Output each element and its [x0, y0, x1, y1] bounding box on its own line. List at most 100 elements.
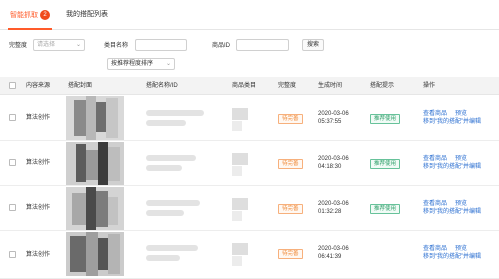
- status-badge: 待完善: [278, 114, 303, 124]
- tab-bar: 智能抓取 2 我的搭配列表: [0, 0, 499, 30]
- sort-select[interactable]: 按推荐程度排序 ⌄: [107, 58, 175, 70]
- row-checkbox[interactable]: [9, 114, 16, 121]
- thumb-block: [108, 147, 120, 181]
- category-blurred: [232, 198, 248, 210]
- move-to-my-collocations-link[interactable]: 移到“我的搭配”并编辑: [423, 208, 481, 216]
- generated-time: 01:32:28: [318, 209, 342, 215]
- tip-badge: 推荐使用: [370, 114, 401, 124]
- category-blurred: [232, 243, 248, 255]
- view-products-link[interactable]: 查看商品: [423, 245, 447, 253]
- row-source: 算法创作: [26, 205, 51, 211]
- chevron-down-icon: ⌄: [75, 42, 81, 48]
- product-id-label: 商品ID: [212, 43, 231, 49]
- row-checkbox[interactable]: [9, 204, 16, 211]
- preview-link[interactable]: 预览: [455, 155, 467, 163]
- name-blurred: [146, 155, 196, 161]
- thumb-block: [96, 102, 106, 132]
- match-filter-placeholder: 请选择: [37, 42, 56, 48]
- category-input[interactable]: [135, 39, 187, 51]
- table-row: 算法创作 待完善 2020-03-06 04:18:30 推荐使用 查看商品 预…: [0, 141, 499, 186]
- tip-badge: 推荐使用: [370, 159, 401, 169]
- generated-date: 2020-03-06: [318, 111, 349, 117]
- view-products-link[interactable]: 查看商品: [423, 155, 447, 163]
- name-blurred: [146, 110, 204, 116]
- tab-my-collocations-label: 我的搭配列表: [66, 11, 108, 18]
- match-filter-select[interactable]: 请选择 ⌄: [33, 39, 85, 51]
- id-blurred: [146, 255, 180, 261]
- preview-link[interactable]: 预览: [455, 200, 467, 208]
- tab-smart-capture[interactable]: 智能抓取 2: [10, 10, 50, 21]
- preview-link[interactable]: 预览: [455, 110, 467, 118]
- header-tip: 搭配提示: [370, 83, 395, 89]
- thumb-block: [70, 236, 86, 272]
- move-to-my-collocations-link[interactable]: 移到“我的搭配”并编辑: [423, 163, 481, 171]
- header-category: 商品类目: [232, 83, 257, 89]
- name-blurred: [146, 200, 200, 206]
- chevron-down-icon: ⌄: [165, 61, 171, 67]
- row-checkbox[interactable]: [9, 250, 16, 258]
- generated-time: 06:41:39: [318, 254, 342, 260]
- cover-thumbnail[interactable]: [66, 96, 124, 140]
- generated-date: 2020-03-06: [318, 201, 349, 207]
- status-badge: 待完善: [278, 204, 303, 214]
- thumb-block: [108, 197, 118, 225]
- category-blurred: [232, 121, 242, 131]
- tab-my-collocations[interactable]: 我的搭配列表: [66, 10, 108, 20]
- generated-date: 2020-03-06: [318, 246, 349, 252]
- move-to-my-collocations-link[interactable]: 移到“我的搭配”并编辑: [423, 253, 481, 261]
- id-blurred: [146, 165, 182, 171]
- thumb-block: [96, 191, 108, 227]
- match-filter-label: 完整度: [9, 43, 28, 49]
- thumb-block: [108, 234, 120, 274]
- thumb-block: [98, 142, 108, 185]
- tab-count-badge: 2: [40, 10, 50, 20]
- thumb-block: [76, 144, 86, 182]
- name-blurred: [146, 245, 198, 251]
- cover-thumbnail[interactable]: [66, 187, 124, 230]
- thumb-block: [74, 100, 86, 136]
- thumb-block: [106, 98, 118, 138]
- header-cover: 搭配封面: [68, 83, 93, 89]
- row-source: 算法创作: [26, 160, 51, 166]
- row-source: 算法创作: [26, 251, 51, 258]
- thumb-block: [86, 232, 98, 276]
- view-products-link[interactable]: 查看商品: [423, 200, 447, 208]
- table-row: 算法创作 待完善 2020-03-06 05:37:55 推荐使用 查看商品 预…: [0, 96, 499, 141]
- thumb-block: [98, 238, 108, 270]
- thumb-block: [72, 193, 86, 225]
- view-products-link[interactable]: 查看商品: [423, 110, 447, 118]
- category-blurred: [232, 108, 248, 120]
- table-row: 算法创作 待完善 2020-03-06 01:32:28 推荐使用 查看商品 预…: [0, 186, 499, 231]
- select-all-checkbox[interactable]: [9, 82, 16, 89]
- header-name-id: 搭配名称/ID: [146, 83, 178, 89]
- category-filter-label: 类目名称: [104, 43, 129, 49]
- tab-smart-capture-label: 智能抓取: [10, 11, 38, 19]
- thumb-block: [86, 150, 98, 180]
- thumb-block: [86, 96, 96, 140]
- generated-date: 2020-03-06: [318, 156, 349, 162]
- category-blurred: [232, 211, 242, 221]
- cover-thumbnail[interactable]: [66, 142, 124, 185]
- status-badge: 待完善: [278, 159, 303, 169]
- header-completeness: 完整度: [278, 83, 297, 89]
- header-actions: 操作: [423, 83, 436, 89]
- header-generated-time: 生成时间: [318, 83, 343, 89]
- sort-select-value: 按推荐程度排序: [111, 61, 154, 67]
- search-button[interactable]: 搜索: [302, 39, 324, 51]
- table-row: 算法创作 待完善 2020-03-06 06:41:39 查看商品 预览 移到“…: [0, 231, 499, 279]
- preview-link[interactable]: 预览: [455, 245, 467, 253]
- generated-time: 05:37:55: [318, 119, 342, 125]
- thumb-block: [86, 187, 96, 230]
- move-to-my-collocations-link[interactable]: 移到“我的搭配”并编辑: [423, 118, 481, 126]
- row-source: 算法创作: [26, 115, 51, 121]
- table-header: 内容来源 搭配封面 搭配名称/ID 商品类目 完整度 生成时间 搭配提示 操作: [0, 77, 499, 95]
- id-blurred: [146, 120, 186, 126]
- category-blurred: [232, 166, 242, 176]
- category-blurred: [232, 256, 242, 266]
- row-checkbox[interactable]: [9, 159, 16, 166]
- cover-thumbnail[interactable]: [66, 232, 124, 276]
- active-tab-indicator: [8, 28, 52, 30]
- product-id-input[interactable]: [236, 39, 289, 51]
- tip-badge: 推荐使用: [370, 204, 401, 214]
- id-blurred: [146, 210, 184, 216]
